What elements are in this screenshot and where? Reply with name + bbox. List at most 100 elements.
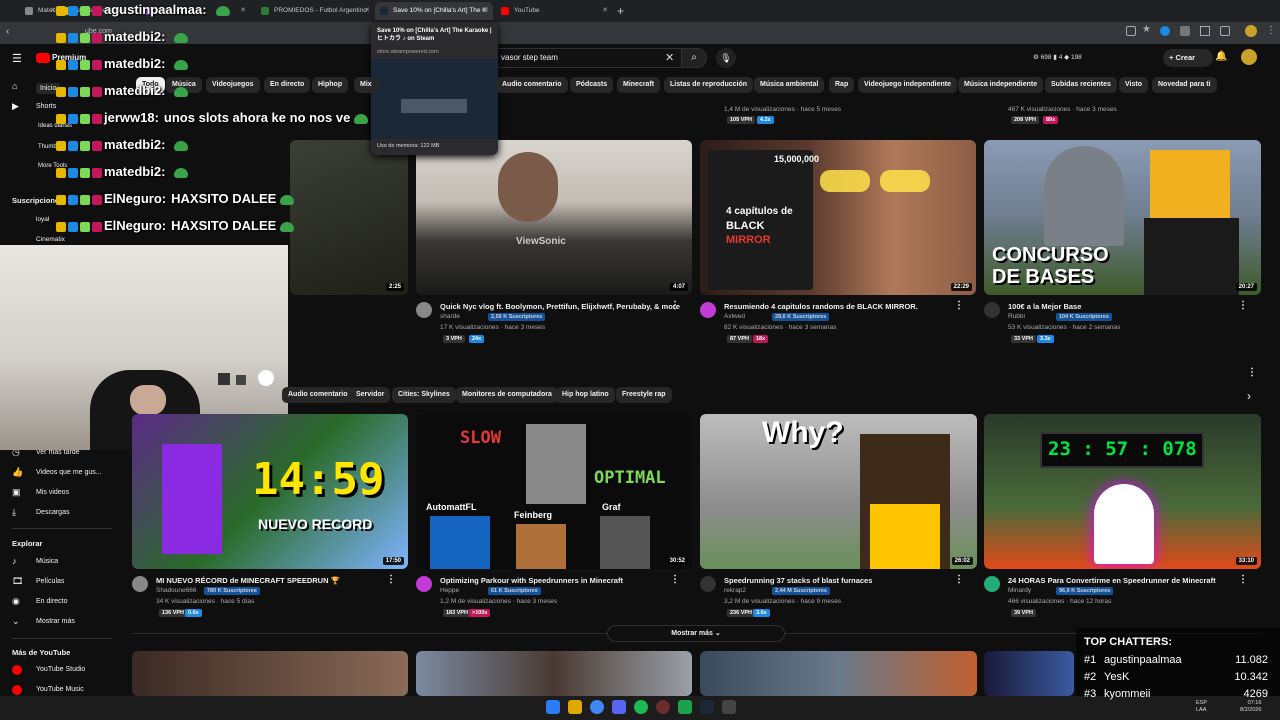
close-tab-icon[interactable]: ✕: [240, 2, 246, 20]
sidebar-sub-loyal[interactable]: loyal: [36, 216, 49, 223]
sidebar-item-watch-later[interactable]: Ver más tarde: [36, 449, 80, 456]
video-title[interactable]: Optimizing Parkour with Speedrunners in …: [440, 576, 680, 585]
sidebar-item-music-app[interactable]: YouTube Music: [36, 686, 84, 693]
video-title[interactable]: 24 HORAS Para Convertirme en Speedrunner…: [1008, 576, 1248, 585]
video-menu-icon[interactable]: ⋮: [386, 574, 396, 585]
video-menu-icon[interactable]: ⋮: [670, 574, 680, 585]
channel-name[interactable]: Axlwed: [724, 313, 745, 320]
chip-13[interactable]: Música independiente: [958, 77, 1044, 93]
show-more-button[interactable]: Mostrar más ⌄: [607, 625, 785, 642]
downloads-icon[interactable]: ⤓: [12, 508, 21, 517]
chip-secondary-2[interactable]: Cities: Skylines: [392, 387, 456, 403]
menu-dots-icon[interactable]: ⋮: [1266, 25, 1276, 36]
video-thumbnail[interactable]: [416, 651, 692, 696]
video-thumbnail[interactable]: CONCURSO DE BASES 20:27: [984, 140, 1261, 295]
sidebar-item-liked[interactable]: Videos que me gus...: [36, 469, 102, 476]
video-thumbnail[interactable]: SLOW OPTIMAL AutomattFL Feinberg Graf 30…: [416, 414, 692, 569]
video-thumbnail[interactable]: 23 : 57 : 078 33:10: [984, 414, 1261, 569]
discord-icon[interactable]: [612, 700, 626, 714]
channel-avatar[interactable]: [700, 576, 716, 592]
video-menu-icon[interactable]: ⋮: [954, 300, 964, 311]
browser-tab[interactable]: YouTube ✕: [496, 2, 612, 20]
chip-12[interactable]: Videojuego independiente: [858, 77, 957, 93]
spotify-icon[interactable]: [634, 700, 648, 714]
video-menu-icon[interactable]: ⋮: [954, 574, 964, 585]
my-videos-icon[interactable]: ▣: [12, 488, 21, 497]
home-icon[interactable]: ⌂: [12, 82, 21, 91]
notifications-bell-icon[interactable]: 🔔: [1215, 51, 1227, 62]
search-input[interactable]: vasor step team: [486, 48, 682, 68]
music-icon[interactable]: ♪: [12, 557, 21, 566]
start-menu-icon[interactable]: [546, 700, 560, 714]
video-title[interactable]: Quick Nyc vlog ft. Boolymon, Prettifun, …: [440, 302, 680, 311]
channel-avatar[interactable]: [132, 576, 148, 592]
video-title[interactable]: Speedrunning 37 stacks of blast furnaces: [724, 576, 964, 585]
chip-8[interactable]: Minecraft: [617, 77, 661, 93]
video-menu-icon[interactable]: ⋮: [670, 300, 680, 311]
channel-name[interactable]: rekrap2: [724, 587, 746, 594]
shorts-icon[interactable]: ▶: [12, 102, 21, 111]
channel-avatar[interactable]: [984, 576, 1000, 592]
chip-secondary-0[interactable]: Audio comentario: [282, 387, 354, 403]
sidebar-show-more[interactable]: Mostrar más: [36, 618, 75, 625]
channel-avatar[interactable]: [984, 302, 1000, 318]
video-title[interactable]: 100€ a la Mejor Base: [1008, 302, 1248, 311]
install-icon[interactable]: [1126, 26, 1136, 36]
video-thumbnail[interactable]: [984, 651, 1074, 696]
chevron-down-icon[interactable]: ⌄: [12, 617, 21, 626]
extension-icon[interactable]: [1180, 26, 1190, 36]
video-thumbnail[interactable]: ViewSonic 4:07: [416, 140, 692, 295]
hamburger-menu-icon[interactable]: ☰: [12, 52, 22, 65]
sidebar-item-music[interactable]: Música: [36, 558, 58, 565]
chip-10[interactable]: Música ambiental: [754, 77, 825, 93]
youtube-music-icon[interactable]: [12, 685, 22, 695]
search-button[interactable]: ⌕: [681, 48, 707, 68]
chip-secondary-3[interactable]: Monitores de computadora: [456, 387, 558, 403]
channel-avatar[interactable]: [416, 576, 432, 592]
sidebar-sub-cinematix[interactable]: Cinematix: [36, 236, 65, 243]
chip-7[interactable]: Pódcasts: [570, 77, 614, 93]
obs-icon[interactable]: [656, 700, 670, 714]
video-thumbnail[interactable]: 15,000,000 4 capítulos de BLACK MIRROR 2…: [700, 140, 976, 295]
bookmark-star-icon[interactable]: ★: [1142, 24, 1151, 35]
new-tab-button[interactable]: +: [617, 4, 624, 18]
movies-icon[interactable]: 🎞: [12, 577, 23, 586]
youtube-studio-icon[interactable]: [12, 665, 22, 675]
sidebar-item-thumb[interactable]: Thumb: [38, 144, 57, 150]
app-icon[interactable]: [722, 700, 736, 714]
video-title[interactable]: MI NUEVO RÉCORD de MINECRAFT SPEEDRUN 🏆: [156, 576, 396, 585]
extensions-puzzle-icon[interactable]: [1220, 26, 1230, 36]
steam-icon[interactable]: [700, 700, 714, 714]
chip-15[interactable]: Visto: [1119, 77, 1148, 93]
channel-avatar[interactable]: [700, 302, 716, 318]
youtube-logo-icon[interactable]: [36, 53, 50, 63]
language-indicator[interactable]: ESP LAA: [1196, 700, 1207, 714]
chip-secondary-1[interactable]: Servidor: [350, 387, 391, 403]
chip-6[interactable]: Audio comentario: [496, 77, 568, 93]
chip-16[interactable]: Novedad para ti: [1152, 77, 1217, 93]
clear-search-icon[interactable]: ✕: [665, 51, 674, 64]
video-thumbnail[interactable]: [132, 651, 408, 696]
video-thumbnail[interactable]: 2:25: [290, 140, 408, 295]
browser-tab[interactable]: Mateca ✕: [20, 2, 60, 20]
chip-3[interactable]: En directo: [264, 77, 311, 93]
sidebar-item-studio[interactable]: YouTube Studio: [36, 666, 85, 673]
chevron-right-icon[interactable]: ›: [1247, 389, 1251, 403]
create-button[interactable]: + Crear: [1163, 49, 1213, 67]
chip-5[interactable]: Mix: [354, 77, 378, 93]
video-title[interactable]: Resumiendo 4 capitulos randoms de BLACK …: [724, 302, 964, 311]
chip-11[interactable]: Rap: [829, 77, 855, 93]
close-tab-icon[interactable]: ✕: [602, 2, 608, 20]
chip-secondary-5[interactable]: Freestyle rap: [616, 387, 672, 403]
close-tab-icon[interactable]: ✕: [364, 2, 370, 20]
channel-name[interactable]: Minardy: [1008, 587, 1031, 594]
channel-name[interactable]: Rubbi: [1008, 313, 1025, 320]
chip-4[interactable]: Hiphop: [312, 77, 349, 93]
browser-tab[interactable]: PROMIEDOS - Futbol Argentino ✕: [256, 2, 374, 20]
video-thumbnail[interactable]: 14:59 NUEVO RECORD 17:50: [132, 414, 408, 569]
close-tab-icon[interactable]: ✕: [483, 2, 489, 20]
browser-tab[interactable]: Save 10% on [Chilla's Art] The K ✕: [375, 2, 493, 20]
file-explorer-icon[interactable]: [568, 700, 582, 714]
sidebar-item-downloads[interactable]: Descargas: [36, 509, 69, 516]
account-avatar[interactable]: [1241, 49, 1257, 65]
